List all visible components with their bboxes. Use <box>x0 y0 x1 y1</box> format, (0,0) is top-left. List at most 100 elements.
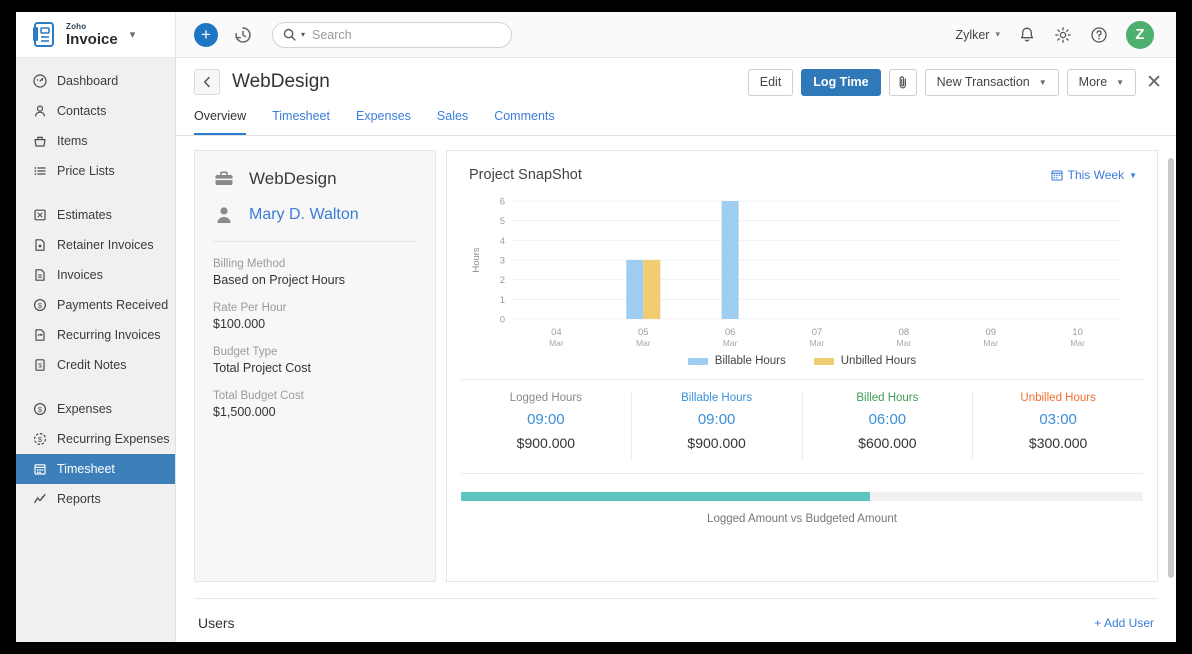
search-icon <box>283 28 296 41</box>
sidebar-item-price-lists[interactable]: Price Lists <box>16 156 175 186</box>
new-transaction-button[interactable]: New Transaction ▼ <box>925 69 1059 96</box>
sidebar-item-label: Contacts <box>57 104 106 118</box>
users-title: Users <box>198 615 235 631</box>
chevron-down-icon[interactable]: ▾ <box>130 28 136 41</box>
app-logo[interactable]: Zoho Invoice ▾ <box>16 12 176 57</box>
sidebar-item-dashboard[interactable]: Dashboard <box>16 66 175 96</box>
back-button[interactable] <box>194 69 220 95</box>
edit-button[interactable]: Edit <box>748 69 794 96</box>
sidebar-item-payments-received[interactable]: $ Payments Received <box>16 290 175 320</box>
content-area: WebDesign Edit Log Time New Transaction … <box>176 58 1176 642</box>
sidebar-item-label: Payments Received <box>57 298 168 312</box>
tab-timesheet[interactable]: Timesheet <box>272 106 330 135</box>
vertical-scrollbar[interactable] <box>1168 158 1174 578</box>
sidebar-item-items[interactable]: Items <box>16 126 175 156</box>
stat-label: Logged Hours <box>465 392 627 404</box>
chevron-down-icon: ▼ <box>1116 78 1124 87</box>
customer-row: Mary D. Walton <box>195 205 435 225</box>
stat-hours: 09:00 <box>465 411 627 428</box>
svg-text:06: 06 <box>725 327 736 338</box>
stat-amount: $600.000 <box>807 435 969 451</box>
search-box[interactable]: ▾ <box>272 22 512 48</box>
svg-text:0: 0 <box>500 315 505 326</box>
sidebar-item-retainer-invoices[interactable]: Retainer Invoices <box>16 230 175 260</box>
create-new-button[interactable]: + <box>194 23 218 47</box>
field-label: Total Budget Cost <box>213 390 417 402</box>
sidebar-item-invoices[interactable]: Invoices <box>16 260 175 290</box>
svg-text:05: 05 <box>638 327 649 338</box>
summary-stats: Logged Hours 09:00 $900.000 Billable Hou… <box>461 379 1143 459</box>
expenses-icon: $ <box>32 402 47 417</box>
snapshot-header: Project SnapShot This Week ▼ <box>447 151 1157 183</box>
date-range-selector[interactable]: This Week ▼ <box>1051 168 1137 182</box>
field-billing-method: Billing Method Based on Project Hours <box>195 258 435 287</box>
svg-text:07: 07 <box>812 327 823 338</box>
tab-expenses[interactable]: Expenses <box>356 106 411 135</box>
stat-billable-hours: Billable Hours 09:00 $900.000 <box>632 392 803 459</box>
sidebar-item-estimates[interactable]: Estimates <box>16 200 175 230</box>
sidebar-item-expenses[interactable]: $ Expenses <box>16 394 175 424</box>
divider <box>213 241 417 242</box>
stat-amount: $900.000 <box>636 435 798 451</box>
legend-item-billable-hours: Billable Hours <box>688 355 786 367</box>
svg-text:Mar: Mar <box>897 338 912 348</box>
attachment-button[interactable] <box>889 69 917 96</box>
tab-overview[interactable]: Overview <box>194 106 246 135</box>
payments-received-icon: $ <box>32 298 47 313</box>
retainer-invoices-icon <box>32 238 47 253</box>
sidebar-item-recurring-expenses[interactable]: $ Recurring Expenses <box>16 424 175 454</box>
stat-label: Unbilled Hours <box>977 392 1139 404</box>
field-label: Billing Method <box>213 258 417 270</box>
reports-icon <box>32 492 47 507</box>
svg-text:Mar: Mar <box>1070 338 1085 348</box>
add-user-link[interactable]: + Add User <box>1094 616 1154 630</box>
sidebar-item-reports[interactable]: Reports <box>16 484 175 514</box>
field-budget-type: Budget Type Total Project Cost <box>195 346 435 375</box>
customer-name-link[interactable]: Mary D. Walton <box>249 206 359 224</box>
search-scope-chevron-icon[interactable]: ▾ <box>301 30 305 39</box>
brand-product: Invoice <box>66 32 118 47</box>
project-name-row: WebDesign <box>195 169 435 189</box>
tab-comments[interactable]: Comments <box>494 106 554 135</box>
calendar-icon <box>1051 169 1063 181</box>
close-icon[interactable]: ✕ <box>1144 73 1164 92</box>
sidebar-item-credit-notes[interactable]: $ Credit Notes <box>16 350 175 380</box>
field-rate-per-hour: Rate Per Hour $100.000 <box>195 302 435 331</box>
chevron-down-icon: ▼ <box>1129 171 1137 180</box>
sidebar-item-contacts[interactable]: Contacts <box>16 96 175 126</box>
hours-bar-chart: 0123456Hours04Mar05Mar06Mar07Mar08Mar09M… <box>447 183 1157 353</box>
notifications-bell-icon[interactable] <box>1018 26 1036 44</box>
organization-name: Zylker <box>955 28 989 42</box>
log-time-button[interactable]: Log Time <box>801 69 880 96</box>
more-button[interactable]: More ▼ <box>1067 69 1136 96</box>
sidebar-divider <box>16 186 175 200</box>
svg-text:Mar: Mar <box>810 338 825 348</box>
sidebar-item-label: Expenses <box>57 402 112 416</box>
svg-text:Mar: Mar <box>983 338 998 348</box>
legend-swatch <box>814 358 834 365</box>
credit-notes-icon: $ <box>32 358 47 373</box>
settings-gear-icon[interactable] <box>1054 26 1072 44</box>
users-section: Users + Add User <box>194 598 1158 631</box>
sidebar-item-label: Reports <box>57 492 101 506</box>
svg-text:$: $ <box>38 407 42 414</box>
contacts-icon <box>32 104 47 119</box>
field-value: Based on Project Hours <box>213 273 417 287</box>
search-input[interactable] <box>312 28 501 42</box>
sidebar-item-recurring-invoices[interactable]: Recurring Invoices <box>16 320 175 350</box>
svg-text:5: 5 <box>500 216 505 227</box>
sidebar-item-label: Retainer Invoices <box>57 238 154 252</box>
organization-switcher[interactable]: Zylker ▾ <box>955 28 1000 42</box>
recent-history-icon[interactable] <box>232 24 254 46</box>
tab-sales[interactable]: Sales <box>437 106 468 135</box>
field-label: Rate Per Hour <box>213 302 417 314</box>
app-window: Zoho Invoice ▾ + <box>16 12 1176 642</box>
svg-text:$: $ <box>38 363 42 370</box>
svg-text:Mar: Mar <box>723 338 738 348</box>
sidebar-item-label: Estimates <box>57 208 112 222</box>
user-avatar[interactable]: Z <box>1126 21 1154 49</box>
help-icon[interactable] <box>1090 26 1108 44</box>
field-value: $1,500.000 <box>213 405 417 419</box>
snapshot-title: Project SnapShot <box>469 167 582 183</box>
sidebar-item-timesheet[interactable]: Timesheet <box>16 454 175 484</box>
